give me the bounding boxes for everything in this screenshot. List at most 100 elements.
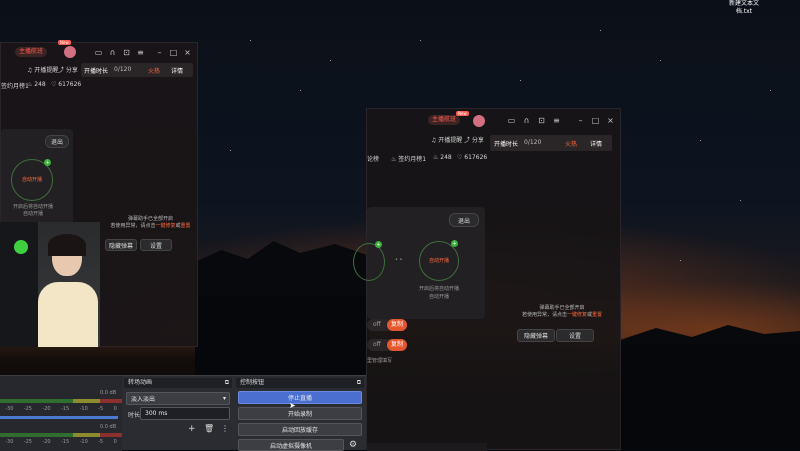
maximize-icon-right[interactable]: □	[591, 116, 600, 125]
hot-label: 火热	[148, 68, 161, 75]
host-badge[interactable]: 主播航班	[15, 47, 48, 57]
settings-button[interactable]: 设置	[140, 239, 172, 251]
hide-danmaku-button-right[interactable]: 隐藏弹幕	[517, 329, 555, 342]
auto-live-card-right: 退出 + • • 自动开播 + 开启后将自动开播 自动开播	[353, 207, 485, 319]
danmaku-notice: 弹幕助手已全部开启 若使用异常，请点击一键修复或重置	[103, 215, 198, 229]
controls-title: 控制按钮	[240, 379, 265, 386]
minimize-icon-right[interactable]: –	[576, 116, 585, 125]
transition-select[interactable]: 淡入淡出 ▾	[126, 392, 230, 405]
headset-icon-right[interactable]: ∩	[522, 116, 531, 125]
side-label-right: 论榜	[367, 156, 380, 163]
headset-icon[interactable]: ∩	[108, 48, 117, 57]
toggle-1[interactable]: off 复制	[367, 319, 407, 331]
virtual-camera-button[interactable]: 启动虚拟摄像机	[238, 439, 344, 451]
close-icon[interactable]: ×	[183, 48, 192, 57]
duration-value: 300 ms	[145, 410, 168, 417]
remind-link[interactable]: ♫ 开播提醒	[27, 65, 58, 74]
menu-icon-right[interactable]: ≡	[552, 116, 561, 125]
share-icon-right[interactable]: ⊡	[537, 116, 546, 125]
auto-live-right-label: 自动开播	[428, 258, 449, 264]
rank-icon-right: ♨ 签约月榜1	[391, 156, 427, 163]
plus-badge-icon-right-2: +	[451, 240, 458, 247]
webcam-preview	[0, 222, 100, 347]
hide-danmaku-button[interactable]: 隐藏弹幕	[105, 239, 137, 251]
exit-button[interactable]: 退出	[45, 135, 69, 148]
audio-meter-2	[0, 433, 122, 437]
live-time-right-value: 0/120	[524, 139, 542, 146]
fire-count-value: 248	[34, 81, 46, 88]
exit-button-right[interactable]: 退出	[449, 213, 479, 227]
notice-line1: 弹幕助手已全部开启	[127, 216, 173, 222]
replay-buffer-label: 启动回放缓存	[281, 427, 318, 434]
gear-icon[interactable]: ⚙	[349, 440, 357, 450]
live-time-label: 开播时长	[84, 68, 109, 75]
share-icon[interactable]: ⊡	[122, 48, 131, 57]
add-icon[interactable]: +	[188, 424, 196, 434]
share-link[interactable]: ⤴ 分享	[58, 65, 78, 74]
float-icon-2[interactable]: ⧉	[357, 378, 361, 388]
avatar-right[interactable]	[473, 115, 485, 127]
meter-db-2: 0.0 dB	[100, 424, 117, 430]
mouse-cursor-icon: ➤	[289, 401, 296, 410]
auto-live-label: 自动开播	[21, 177, 42, 183]
transition-value: 淡入淡出	[131, 396, 156, 403]
remind-label: 开播提醒	[34, 67, 59, 74]
start-record-button[interactable]: 开始录制	[238, 407, 362, 420]
chat-icon[interactable]: ▭	[94, 48, 103, 57]
repair-right-link[interactable]: 一键修复	[567, 312, 587, 318]
reset-right-link[interactable]: 重置	[592, 312, 602, 318]
toggle-2-off: off	[373, 341, 381, 348]
obs-dock: 0.0 dB -30 -25 -20 -15 -10 -5 0 0.0 dB -30 -25-…	[0, 375, 366, 451]
minimize-icon[interactable]: –	[155, 48, 164, 57]
duration-input[interactable]: 300 ms	[140, 407, 230, 420]
notice-line2: 若使用异常，请点击	[110, 223, 156, 229]
rank-right-label: 签约月榜1	[398, 156, 427, 163]
transitions-title: 转场动画	[128, 379, 153, 386]
toggle-1-on: 复制	[387, 319, 407, 331]
repair-link[interactable]: 一键修复	[155, 223, 175, 229]
live-time-bar: 开播时长 0/120 火热 详情	[81, 63, 193, 77]
chat-icon-right[interactable]: ▭	[507, 116, 516, 125]
manage-label: 里管理填写	[367, 358, 393, 364]
desktop-file-icon[interactable]: 新建文本文档.txt	[724, 0, 764, 16]
menu-icon[interactable]: ≡	[136, 48, 145, 57]
stop-stream-button[interactable]: 停止直播	[238, 391, 362, 404]
avatar[interactable]	[64, 46, 76, 58]
live-time-bar-right: 开播时长 0/120 火热 详情	[490, 135, 612, 151]
audio-mixer: 0.0 dB -30 -25 -20 -15 -10 -5 0 0.0 dB -30 -25-…	[0, 376, 122, 451]
plus-badge-icon: +	[44, 159, 51, 166]
volume-slider-1[interactable]	[0, 416, 118, 419]
trash-icon[interactable]: 🗑	[204, 424, 214, 433]
host-badge-label: 主播航班	[19, 48, 44, 55]
replay-buffer-button[interactable]: 启动回放缓存	[238, 423, 362, 436]
more-icon[interactable]: ⋮	[221, 424, 229, 433]
virtual-camera-label: 启动虚拟摄像机	[269, 442, 312, 450]
share-link-right[interactable]: ⤴ 分享	[464, 135, 484, 144]
meter-db-1: 0.0 dB	[100, 390, 117, 396]
fire-count: ♨ 248	[27, 81, 46, 88]
fire-count-right-value: 248	[440, 154, 452, 161]
toggle-2-on: 复制	[387, 339, 407, 351]
chevron-down-icon: ▾	[222, 395, 226, 402]
remind-link-right[interactable]: ♫ 开播提醒	[431, 135, 462, 144]
meter-ticks-1: -30 -25 -20 -15 -10 -5 0	[5, 406, 117, 412]
left-circle-partial[interactable]	[353, 243, 385, 281]
host-badge-right[interactable]: 主播航班	[428, 115, 461, 125]
detail-link[interactable]: 详情	[171, 66, 183, 75]
maximize-icon[interactable]: □	[169, 48, 178, 57]
toggle-2[interactable]: off 复制	[367, 339, 407, 351]
controls-header: 控制按钮 ⧉	[236, 378, 364, 388]
settings-button-right[interactable]: 设置	[556, 329, 594, 342]
rank-label: 签约月榜1	[1, 83, 29, 90]
auto-right-caption-1: 开启后将自动开播	[419, 286, 460, 292]
notice-right-line2: 若使用异常，请点击	[521, 312, 567, 318]
reset-link[interactable]: 重置	[181, 223, 191, 229]
detail-right-link[interactable]: 详情	[590, 139, 602, 148]
auto-live-toggle-right[interactable]: 自动开播	[419, 241, 459, 281]
likes-right: ♡ 617626	[457, 154, 488, 161]
float-icon[interactable]: ⧉	[225, 378, 229, 388]
close-icon-right[interactable]: ×	[606, 116, 615, 125]
notice-right-line1: 弹幕助手已全部开启	[539, 305, 585, 311]
toggle-1-off: off	[373, 321, 381, 328]
new-tag-right: New	[456, 111, 469, 116]
